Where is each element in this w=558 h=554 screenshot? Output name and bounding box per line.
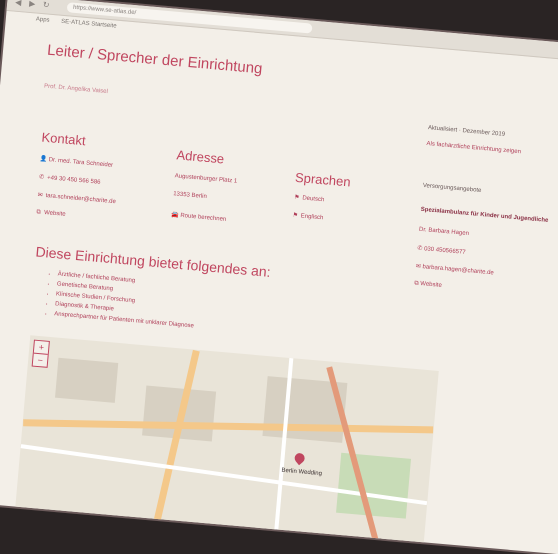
phone-icon: ✆ xyxy=(38,174,45,181)
supply-name: Spezialambulanz für Kinder und Jugendlic… xyxy=(420,206,549,224)
bookmark-se-atlas[interactable]: SE-ATLAS Startseite xyxy=(61,19,117,30)
browser-window: ◀ ▶ ↻ https://www.se-atlas.de/ Apps SE-A… xyxy=(0,0,558,554)
page-title: Leiter / Sprecher der Einrichtung xyxy=(46,41,264,78)
offers-list: Ärztliche / fachliche Beratung Genetisch… xyxy=(44,269,198,332)
map-road xyxy=(23,419,434,434)
supply-doctor: Dr. Barbara Hagen xyxy=(418,226,470,238)
reload-icon[interactable]: ↻ xyxy=(41,0,52,11)
address-street: Augustenburger Platz 1 xyxy=(174,173,238,185)
map-zoom-control[interactable]: + − xyxy=(31,339,50,368)
map-block xyxy=(54,357,119,403)
mail-icon: ✉ xyxy=(37,192,43,199)
link-icon: ⧉ xyxy=(36,209,41,216)
supply-title: Versorgungsangebote xyxy=(422,182,482,194)
address-city: 13353 Berlin xyxy=(172,191,208,201)
back-icon[interactable]: ◀ xyxy=(13,0,24,8)
language-english: ⚑ Englisch xyxy=(292,212,324,222)
location-map[interactable]: + − Berlin Wedding xyxy=(13,335,439,554)
contact-email[interactable]: ✉ tara.schneider@charite.de xyxy=(36,191,116,205)
supply-website[interactable]: ⧉ Website xyxy=(414,281,442,290)
languages-title: Sprachen xyxy=(294,169,352,190)
supply-email[interactable]: ✉ barbara.hagen@charite.de xyxy=(416,263,495,277)
zoom-in-button[interactable]: + xyxy=(33,340,49,355)
route-link[interactable]: 🚘Route berechnen xyxy=(171,211,226,223)
person-icon: 👤 xyxy=(39,156,48,164)
map-label: Berlin Wedding xyxy=(281,467,323,478)
address-bar[interactable]: https://www.se-atlas.de/ xyxy=(66,2,313,34)
contact-website[interactable]: ⧉ Website xyxy=(35,209,66,219)
contact-person: 👤Dr. med. Tara Schneider xyxy=(39,156,114,169)
forward-icon[interactable]: ▶ xyxy=(27,0,38,10)
leader-name: Prof. Dr. Angelika Vaisel xyxy=(43,83,109,96)
contact-phone[interactable]: ✆ +49 30 450 566 586 xyxy=(38,173,101,185)
map-road xyxy=(150,349,200,537)
language-german: ⚑ Deutsch xyxy=(293,194,325,204)
contact-title: Kontakt xyxy=(41,129,87,149)
updated-text: Aktualisiert · Dezember 2019 xyxy=(427,125,506,138)
address-title: Adresse xyxy=(175,147,225,167)
zoom-out-button[interactable]: − xyxy=(33,354,48,367)
bookmark-apps[interactable]: Apps xyxy=(36,17,50,24)
location-pin-icon[interactable] xyxy=(292,451,307,466)
flag-icon: ⚑ xyxy=(293,194,300,202)
supply-phone[interactable]: ✆ 030 450566577 xyxy=(417,245,466,256)
sidebar-link[interactable]: Als fachärztliche Einrichtung zeigen xyxy=(426,141,521,155)
map-park xyxy=(336,452,412,519)
car-icon: 🚘 xyxy=(171,212,180,219)
flag-icon: ⚑ xyxy=(292,212,299,220)
